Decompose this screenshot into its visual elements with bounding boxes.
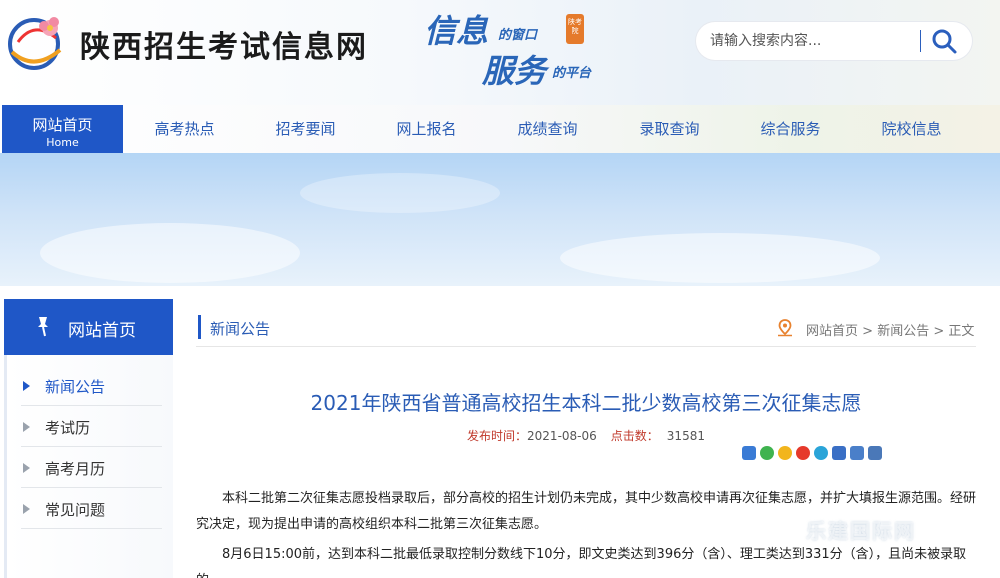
site-logo-icon[interactable] (4, 12, 70, 72)
slogan-seal: 陕考院 (566, 14, 584, 44)
sidebar-item-news[interactable]: 新闻公告 (21, 365, 162, 406)
main-nav: 网站首页 Home 高考热点 招考要闻 网上报名 成绩查询 录取查询 综合服务 … (0, 105, 1000, 258)
tencent-icon[interactable] (832, 446, 846, 460)
sidebar-item-label: 考试历 (45, 419, 91, 437)
sidebar: 网站首页 新闻公告 考试历 高考月历 常见问题 (4, 299, 173, 578)
published-date: 2021-08-06 (527, 429, 597, 443)
breadcrumb-text: 网站首页 > 新闻公告 > 正文 (806, 320, 974, 339)
nav-score-query[interactable]: 成绩查询 (487, 105, 608, 153)
email-icon[interactable] (850, 446, 864, 460)
triangle-right-icon (23, 504, 30, 514)
nav-home-label: 网站首页 (32, 116, 93, 134)
slogan-small-1: 的窗口 (498, 28, 538, 43)
triangle-right-icon (23, 422, 30, 432)
pin-icon (38, 317, 48, 337)
sidebar-item-label: 高考月历 (45, 460, 106, 478)
pinterest-icon[interactable] (814, 446, 828, 460)
nav-exam-news[interactable]: 招考要闻 (245, 105, 366, 153)
wechat-icon[interactable] (760, 446, 774, 460)
breadcrumb-current: 正文 (948, 324, 975, 339)
article-title: 2021年陕西省普通高校招生本科二批少数高校第三次征集志愿 (310, 391, 862, 415)
sidebar-item-gaokao-monthly[interactable]: 高考月历 (21, 447, 162, 488)
breadcrumb-home[interactable]: 网站首页 (806, 324, 858, 339)
nav-college-info[interactable]: 院校信息 (851, 105, 972, 153)
search-icon[interactable] (928, 26, 960, 56)
share-bar (742, 446, 882, 460)
triangle-right-icon (23, 381, 30, 391)
weibo-icon[interactable] (796, 446, 810, 460)
site-title[interactable]: 陕西招生考试信息网 (80, 22, 368, 66)
nav-gaokao-hot[interactable]: 高考热点 (124, 105, 245, 153)
published-label: 发布时间： (467, 429, 528, 443)
article-body: 本科二批第二次征集志愿投档录取后，部分高校的招生计划仍未完成，其中少数高校申请再… (196, 486, 976, 578)
article-paragraph: 8月6日15:00前，达到本科二批最低录取控制分数线下10分，即文史类达到396… (196, 547, 967, 578)
search-input[interactable] (710, 28, 910, 54)
sidebar-header: 网站首页 (4, 299, 173, 355)
share-plus-icon[interactable] (742, 446, 756, 460)
banner-cloud (300, 173, 500, 213)
content-header: 新闻公告 网站首页 > 新闻公告 > 正文 (196, 313, 976, 347)
views-label: 点击数： (610, 429, 659, 443)
views-count: 31581 (666, 429, 705, 443)
banner-cloud (40, 223, 300, 283)
breadcrumb-separator: > (858, 324, 878, 339)
print-icon[interactable] (868, 446, 882, 460)
article-meta: 发布时间：2021-08-06 点击数： 31581 (196, 427, 976, 444)
slogan-big-2: 服务 (482, 52, 547, 90)
nav-admission-query[interactable]: 录取查询 (609, 105, 730, 153)
slogan-small-2: 的平台 (552, 66, 592, 81)
slogan: 信息 的窗口 服务 的平台 陕考院 (424, 6, 624, 90)
main-content: 新闻公告 网站首页 > 新闻公告 > 正文 2021年陕西省普通高校招生本科二批… (196, 299, 1000, 578)
site-header: 陕西招生考试信息网 信息 的窗口 服务 的平台 陕考院 (0, 0, 1000, 105)
nav-services[interactable]: 综合服务 (730, 105, 851, 153)
location-pin-icon (778, 319, 792, 337)
banner (0, 153, 1000, 286)
slogan-big-1: 信息 (424, 12, 489, 50)
sidebar-item-faq[interactable]: 常见问题 (21, 488, 162, 529)
nav-home[interactable]: 网站首页 Home (2, 105, 123, 153)
section-title: 新闻公告 (210, 320, 271, 338)
section-accent-bar (198, 315, 201, 339)
nav-home-sub: Home (46, 136, 79, 149)
search-box (696, 22, 972, 60)
sidebar-title: 网站首页 (68, 321, 136, 341)
triangle-right-icon (23, 463, 30, 473)
breadcrumb-separator: > (929, 324, 949, 339)
article-paragraph: 本科二批第二次征集志愿投档录取后，部分高校的招生计划仍未完成，其中少数高校申请再… (196, 491, 977, 532)
banner-cloud (560, 233, 880, 283)
sidebar-item-exam-calendar[interactable]: 考试历 (21, 406, 162, 447)
nav-online-registration[interactable]: 网上报名 (366, 105, 487, 153)
qzone-icon[interactable] (778, 446, 792, 460)
search-divider (920, 30, 921, 52)
sidebar-item-label: 常见问题 (45, 501, 106, 519)
sidebar-item-label: 新闻公告 (45, 378, 106, 396)
breadcrumb-section[interactable]: 新闻公告 (877, 324, 929, 339)
sidebar-body: 新闻公告 考试历 高考月历 常见问题 (4, 355, 173, 578)
